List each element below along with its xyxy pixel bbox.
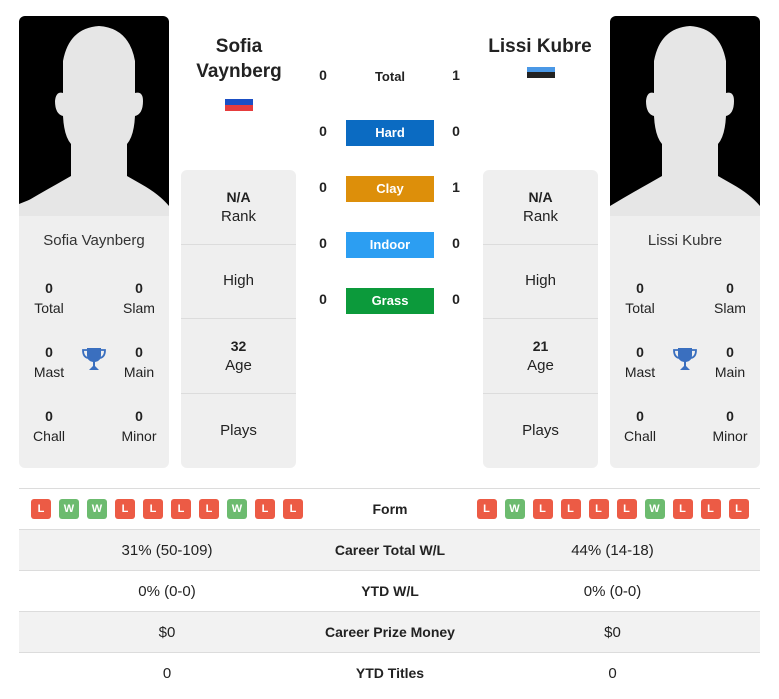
player1-age: 32 Age [181, 319, 296, 394]
player2-total-titles: 0 Total [625, 280, 655, 316]
form-loss-badge[interactable]: L [616, 499, 637, 519]
form-win-badge[interactable]: W [644, 499, 665, 519]
player1-card: Sofia Vaynberg 0 Total 0 Slam 0 Mast 0 Main … [19, 16, 169, 468]
surface-grass-badge: Grass [346, 288, 434, 314]
h2h-hard-p1: 0 [319, 123, 327, 139]
surface-clay-badge: Clay [346, 176, 434, 202]
form-win-badge[interactable]: W [87, 499, 107, 519]
form-loss-badge[interactable]: L [588, 499, 609, 519]
player1-plays: Plays [220, 421, 257, 439]
silhouette-icon [610, 26, 760, 216]
player1-mast-titles: 0 Mast [33, 344, 65, 380]
form-label: Form [372, 501, 408, 517]
player2-rank: N/A Rank [483, 170, 598, 245]
player1-name[interactable]: Sofia Vaynberg [169, 34, 309, 84]
form-win-badge[interactable]: W [227, 499, 247, 519]
player2-ytd-wl: 0% (0-0) [583, 582, 642, 600]
form-loss-badge[interactable]: L [115, 499, 135, 519]
comparison-table: LWWLLLLWLL Form LWLLLLWLLL 31% (50-109) … [19, 488, 760, 693]
form-loss-badge[interactable]: L [728, 499, 749, 519]
form-row: LWWLLLLWLL Form LWLLLLWLLL [19, 488, 760, 529]
surface-hard-badge: Hard [346, 120, 434, 146]
h2h-total-p1: 0 [319, 67, 327, 83]
trophy-icon [82, 348, 106, 370]
form-loss-badge[interactable]: L [700, 499, 721, 519]
h2h-clay-p1: 0 [319, 179, 327, 195]
career-wl-label: Career Total W/L [334, 542, 446, 558]
player2-name[interactable]: Lissi Kubre [470, 34, 610, 59]
h2h-clay-p2: 1 [452, 179, 460, 195]
form-win-badge[interactable]: W [59, 499, 79, 519]
player1-slam-titles: 0 Slam [123, 280, 155, 316]
player1-photo [19, 16, 169, 216]
player1-info-card: N/A Rank High 32 Age Plays [181, 170, 296, 468]
form-loss-badge[interactable]: L [476, 499, 497, 519]
h2h-total-p2: 1 [452, 67, 460, 83]
h2h-indoor-p1: 0 [319, 235, 327, 251]
h2h-grass-p1: 0 [319, 291, 327, 307]
player1-total-titles: 0 Total [34, 280, 64, 316]
player1-rank: N/A Rank [181, 170, 296, 245]
form-loss-badge[interactable]: L [532, 499, 553, 519]
form-win-badge[interactable]: W [504, 499, 525, 519]
ytd-titles-label: YTD Titles [355, 665, 425, 681]
player2-age: 21 Age [483, 319, 598, 394]
player1-form: LWWLLLLWLL [19, 499, 315, 519]
russia-flag-icon [225, 97, 253, 111]
player2-card-name: Lissi Kubre [647, 232, 723, 249]
ytd-wl-label: YTD W/L [361, 583, 419, 599]
player1-card-name: Sofia Vaynberg [43, 232, 145, 249]
player1-prize: $0 [158, 623, 176, 641]
form-loss-badge[interactable]: L [171, 499, 191, 519]
form-loss-badge[interactable]: L [560, 499, 581, 519]
form-loss-badge[interactable]: L [283, 499, 303, 519]
player1-chall-titles: 0 Chall [33, 408, 65, 444]
prize-row: $0 Career Prize Money $0 [19, 611, 760, 652]
player1-ytd-titles: 0 [162, 664, 172, 682]
form-loss-badge[interactable]: L [255, 499, 275, 519]
h2h-hard-p2: 0 [452, 123, 460, 139]
player2-high: High [483, 245, 598, 319]
player2-chall-titles: 0 Chall [624, 408, 656, 444]
player2-photo [610, 16, 760, 216]
form-loss-badge[interactable]: L [143, 499, 163, 519]
ytd-titles-row: 0 YTD Titles 0 [19, 652, 760, 693]
player1-ytd-wl: 0% (0-0) [138, 582, 196, 600]
player2-form: LWLLLLWLLL [465, 499, 760, 519]
player2-prize: $0 [604, 623, 621, 641]
silhouette-icon [19, 26, 169, 216]
form-loss-badge[interactable]: L [31, 499, 51, 519]
player2-slam-titles: 0 Slam [714, 280, 746, 316]
ytd-wl-row: 0% (0-0) YTD W/L 0% (0-0) [19, 570, 760, 611]
trophy-icon [673, 348, 697, 370]
player2-card: Lissi Kubre 0 Total 0 Slam 0 Mast 0 Main 0 Ch… [610, 16, 760, 468]
surface-indoor-badge: Indoor [346, 232, 434, 258]
player1-career-wl: 31% (50-109) [121, 541, 213, 559]
player2-info-card: N/A Rank High 21 Age Plays [483, 170, 598, 468]
player1-minor-titles: 0 Minor [121, 408, 157, 444]
player2-career-wl: 44% (14-18) [571, 541, 654, 559]
h2h-indoor-p2: 0 [452, 235, 460, 251]
form-loss-badge[interactable]: L [672, 499, 693, 519]
h2h-total-label: Total [374, 69, 406, 84]
player2-mast-titles: 0 Mast [624, 344, 656, 380]
h2h-grass-p2: 0 [452, 291, 460, 307]
player1-high: High [181, 245, 296, 319]
estonia-flag-icon [527, 67, 555, 81]
player2-ytd-titles: 0 [608, 664, 617, 682]
player1-main-titles: 0 Main [123, 344, 155, 380]
player2-minor-titles: 0 Minor [712, 408, 748, 444]
player2-plays: Plays [522, 421, 559, 439]
form-loss-badge[interactable]: L [199, 499, 219, 519]
player2-main-titles: 0 Main [714, 344, 746, 380]
career-wl-row: 31% (50-109) Career Total W/L 44% (14-18… [19, 529, 760, 570]
prize-label: Career Prize Money [325, 624, 455, 640]
